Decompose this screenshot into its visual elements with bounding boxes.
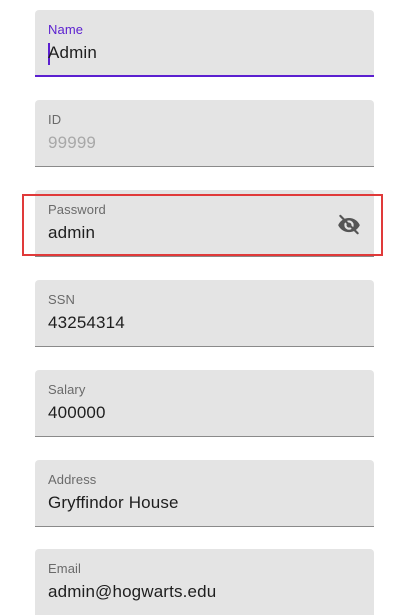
ssn-field[interactable]: SSN 43254314: [35, 280, 374, 347]
address-field[interactable]: Address Gryffindor House: [35, 460, 374, 527]
visibility-off-icon[interactable]: [336, 211, 362, 237]
address-label: Address: [48, 472, 97, 487]
password-label: Password: [48, 202, 106, 217]
ssn-label: SSN: [48, 292, 76, 307]
name-field[interactable]: Name Admin: [35, 10, 374, 77]
id-field[interactable]: ID 99999: [35, 100, 374, 167]
salary-field[interactable]: Salary 400000: [35, 370, 374, 437]
form: Name Admin ID 99999 Password admin SSN 4…: [0, 0, 418, 615]
salary-label: Salary: [48, 382, 86, 397]
name-input[interactable]: Admin: [48, 43, 97, 63]
ssn-input[interactable]: 43254314: [48, 313, 125, 333]
id-label: ID: [48, 112, 62, 127]
id-input[interactable]: 99999: [48, 133, 96, 153]
name-label: Name: [48, 22, 84, 37]
email-label: Email: [48, 561, 82, 576]
salary-input[interactable]: 400000: [48, 403, 106, 423]
email-input[interactable]: admin@hogwarts.edu: [48, 582, 216, 602]
address-input[interactable]: Gryffindor House: [48, 493, 179, 513]
password-field[interactable]: Password admin: [35, 190, 374, 257]
password-input[interactable]: admin: [48, 223, 95, 243]
email-field[interactable]: Email admin@hogwarts.edu: [35, 549, 374, 615]
